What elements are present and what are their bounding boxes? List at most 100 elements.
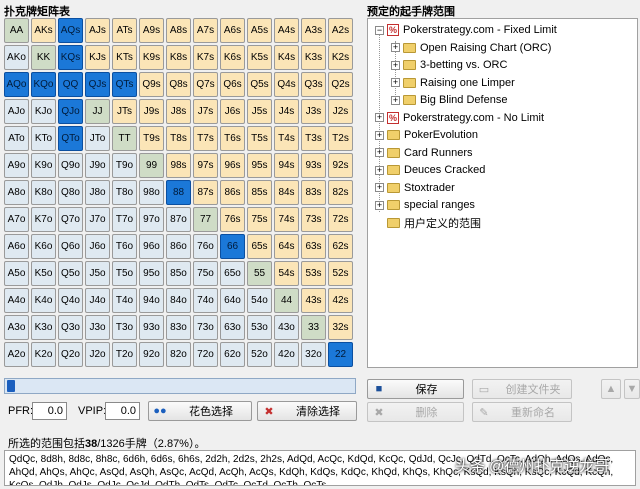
hand-cell-K8s[interactable]: K8s	[166, 45, 191, 70]
hand-cell-Q4o[interactable]: Q4o	[58, 288, 83, 313]
range-tree[interactable]: −% Pokerstrategy.com - Fixed Limit + Open R…	[367, 18, 638, 368]
hand-cell-J4o[interactable]: J4o	[85, 288, 110, 313]
range-slider[interactable]	[4, 378, 356, 394]
expand-icon[interactable]: +	[391, 43, 400, 52]
hand-cell-T3s[interactable]: T3s	[301, 126, 326, 151]
hand-cell-KQo[interactable]: KQo	[31, 72, 56, 97]
hand-cell-A2s[interactable]: A2s	[328, 18, 353, 43]
hand-cell-52o[interactable]: 52o	[247, 342, 272, 367]
tree-node[interactable]: + Stoxtrader	[375, 180, 455, 196]
hand-cell-KK[interactable]: KK	[31, 45, 56, 70]
hand-cell-52s[interactable]: 52s	[328, 261, 353, 286]
hand-cell-K3s[interactable]: K3s	[301, 45, 326, 70]
hand-cell-76s[interactable]: 76s	[220, 207, 245, 232]
hand-cell-95o[interactable]: 95o	[139, 261, 164, 286]
hand-cell-76o[interactable]: 76o	[193, 234, 218, 259]
hand-cell-84s[interactable]: 84s	[274, 180, 299, 205]
hand-cell-A8o[interactable]: A8o	[4, 180, 29, 205]
expand-icon[interactable]: +	[375, 183, 384, 192]
hand-cell-K5o[interactable]: K5o	[31, 261, 56, 286]
hand-cell-83s[interactable]: 83s	[301, 180, 326, 205]
hand-cell-A7s[interactable]: A7s	[193, 18, 218, 43]
hand-cell-64o[interactable]: 64o	[220, 288, 245, 313]
hand-cell-87s[interactable]: 87s	[193, 180, 218, 205]
hand-cell-TT[interactable]: TT	[112, 126, 137, 151]
hand-cell-J6s[interactable]: J6s	[220, 99, 245, 124]
hand-cell-82s[interactable]: 82s	[328, 180, 353, 205]
hand-cell-82o[interactable]: 82o	[166, 342, 191, 367]
save-button[interactable]: ■ 保存	[367, 379, 464, 399]
hand-cell-J2s[interactable]: J2s	[328, 99, 353, 124]
hand-cell-K6s[interactable]: K6s	[220, 45, 245, 70]
hand-cell-73o[interactable]: 73o	[193, 315, 218, 340]
hand-cell-K9s[interactable]: K9s	[139, 45, 164, 70]
hand-cell-99[interactable]: 99	[139, 153, 164, 178]
hand-cell-A7o[interactable]: A7o	[4, 207, 29, 232]
hand-cell-Q8o[interactable]: Q8o	[58, 180, 83, 205]
hand-cell-K4o[interactable]: K4o	[31, 288, 56, 313]
hand-cell-A9s[interactable]: A9s	[139, 18, 164, 43]
tree-node[interactable]: + PokerEvolution	[375, 127, 478, 143]
hand-cell-85s[interactable]: 85s	[247, 180, 272, 205]
hand-cell-33[interactable]: 33	[301, 315, 326, 340]
hand-cell-65s[interactable]: 65s	[247, 234, 272, 259]
hand-cell-J5s[interactable]: J5s	[247, 99, 272, 124]
hand-cell-QTs[interactable]: QTs	[112, 72, 137, 97]
hand-cell-KQs[interactable]: KQs	[58, 45, 83, 70]
hand-cell-92s[interactable]: 92s	[328, 153, 353, 178]
hand-cell-T8s[interactable]: T8s	[166, 126, 191, 151]
hand-cell-T8o[interactable]: T8o	[112, 180, 137, 205]
hand-cell-A4o[interactable]: A4o	[4, 288, 29, 313]
hand-cell-J6o[interactable]: J6o	[85, 234, 110, 259]
hand-cell-J7o[interactable]: J7o	[85, 207, 110, 232]
hand-cell-J2o[interactable]: J2o	[85, 342, 110, 367]
hand-cell-T9o[interactable]: T9o	[112, 153, 137, 178]
expand-icon[interactable]: +	[375, 200, 384, 210]
hand-cell-73s[interactable]: 73s	[301, 207, 326, 232]
hand-cell-64s[interactable]: 64s	[274, 234, 299, 259]
hand-cell-K4s[interactable]: K4s	[274, 45, 299, 70]
hand-cell-T4s[interactable]: T4s	[274, 126, 299, 151]
hand-cell-Q9o[interactable]: Q9o	[58, 153, 83, 178]
hand-cell-74o[interactable]: 74o	[193, 288, 218, 313]
hand-cell-A5o[interactable]: A5o	[4, 261, 29, 286]
hand-cell-72o[interactable]: 72o	[193, 342, 218, 367]
hand-cell-A4s[interactable]: A4s	[274, 18, 299, 43]
hand-cell-97o[interactable]: 97o	[139, 207, 164, 232]
hand-cell-63o[interactable]: 63o	[220, 315, 245, 340]
hand-cell-77[interactable]: 77	[193, 207, 218, 232]
expand-icon[interactable]: +	[391, 60, 400, 70]
hand-cell-A8s[interactable]: A8s	[166, 18, 191, 43]
hand-cell-J3s[interactable]: J3s	[301, 99, 326, 124]
clear-select-button[interactable]: ✖ 清除选择	[257, 401, 357, 421]
hand-cell-Q3s[interactable]: Q3s	[301, 72, 326, 97]
hand-cell-QQ[interactable]: QQ	[58, 72, 83, 97]
tree-node[interactable]: +3-betting vs. ORC	[391, 57, 507, 73]
hand-cell-83o[interactable]: 83o	[166, 315, 191, 340]
tree-node[interactable]: + Deuces Cracked	[375, 162, 485, 178]
hand-cell-Q9s[interactable]: Q9s	[139, 72, 164, 97]
tree-node[interactable]: 用户定义的范围	[375, 215, 481, 231]
suit-select-button[interactable]: ●● 花色选择	[148, 401, 252, 421]
hand-cell-98o[interactable]: 98o	[139, 180, 164, 205]
hand-cell-JJ[interactable]: JJ	[85, 99, 110, 124]
hand-cell-K7o[interactable]: K7o	[31, 207, 56, 232]
hand-cell-87o[interactable]: 87o	[166, 207, 191, 232]
hand-cell-JTo[interactable]: JTo	[85, 126, 110, 151]
hand-cell-54o[interactable]: 54o	[247, 288, 272, 313]
tree-node[interactable]: + Open Raising Chart (ORC)	[391, 40, 551, 56]
hand-cell-85o[interactable]: 85o	[166, 261, 191, 286]
hand-cell-KJo[interactable]: KJo	[31, 99, 56, 124]
hand-cell-T5s[interactable]: T5s	[247, 126, 272, 151]
hand-cell-Q7s[interactable]: Q7s	[193, 72, 218, 97]
hand-cell-J7s[interactable]: J7s	[193, 99, 218, 124]
hand-cell-Q8s[interactable]: Q8s	[166, 72, 191, 97]
expand-icon[interactable]: +	[375, 165, 384, 175]
hand-cell-94s[interactable]: 94s	[274, 153, 299, 178]
hand-cell-K8o[interactable]: K8o	[31, 180, 56, 205]
tree-node[interactable]: + Big Blind Defense	[391, 92, 507, 108]
expand-icon[interactable]: +	[375, 113, 384, 122]
tree-node[interactable]: + Raising one Limper	[391, 75, 515, 91]
hand-cell-44[interactable]: 44	[274, 288, 299, 313]
hand-cell-72s[interactable]: 72s	[328, 207, 353, 232]
